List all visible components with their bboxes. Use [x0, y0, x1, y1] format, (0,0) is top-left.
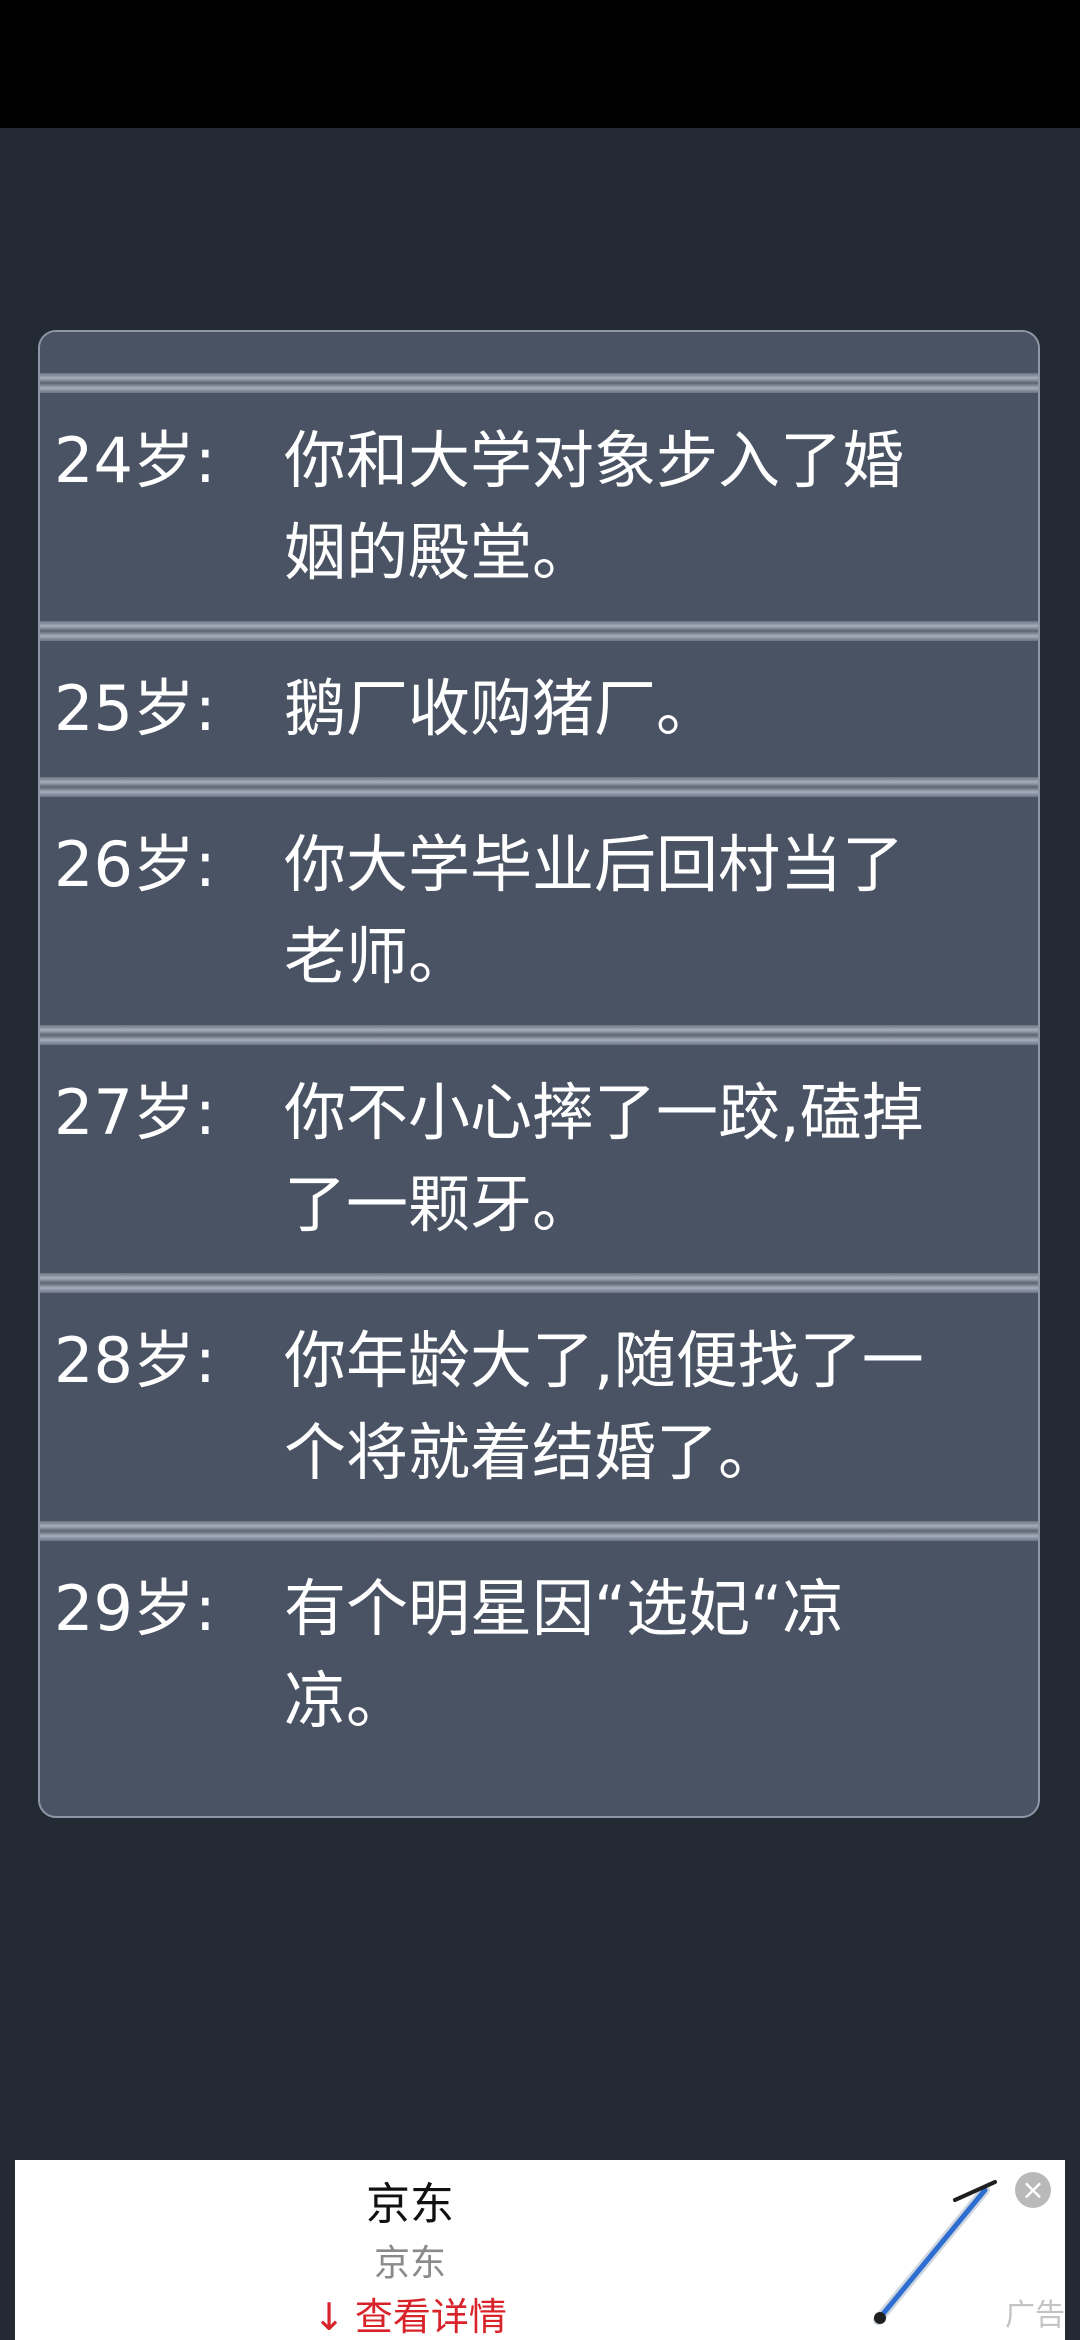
row-divider [40, 777, 1038, 797]
life-event-row: 24岁: 你和大学对象步入了婚姻的殿堂。 [40, 393, 1038, 621]
close-icon[interactable]: × [1015, 2172, 1051, 2208]
ad-label: 广告 [1005, 2298, 1065, 2333]
ad-banner[interactable]: 京东 京东 ↓ 查看详情 × 广告 [15, 2160, 1065, 2340]
life-event-row: 28岁: 你年龄大了,随便找了一个将就着结婚了。 [40, 1293, 1038, 1521]
event-age: 29岁: [54, 1572, 216, 1645]
row-divider [40, 1025, 1038, 1045]
event-text: 有个明星因“选妃“凉凉。 [284, 1572, 845, 1737]
row-divider [40, 1521, 1038, 1541]
life-event-row: 27岁: 你不小心摔了一跤,磕掉了一颗牙。 [40, 1045, 1038, 1273]
row-divider [40, 373, 1038, 393]
ad-cta-label: 查看详情 [354, 2295, 507, 2339]
event-text: 你大学毕业后回村当了老师。 [284, 828, 905, 993]
ad-view-details-button[interactable]: ↓ 查看详情 [15, 2286, 805, 2340]
event-age: 28岁: [54, 1324, 216, 1397]
event-text: 鹅厂收购猪厂。 [284, 672, 719, 745]
event-text: 你不小心摔了一跤,磕掉了一颗牙。 [284, 1076, 924, 1241]
ad-title: 京东 [366, 2179, 454, 2230]
life-events-panel[interactable]: 进入民用。 24岁: 你和大学对象步入了婚姻的殿堂。 25岁: 鹅厂收购猪厂。 … [38, 330, 1040, 1818]
life-event-row: 26岁: 你大学毕业后回村当了老师。 [40, 797, 1038, 1025]
event-text: 你和大学对象步入了婚姻的殿堂。 [284, 424, 905, 589]
ad-product-image[interactable] [860, 2170, 1010, 2330]
row-divider [40, 1273, 1038, 1293]
download-arrow-icon: ↓ [313, 2295, 345, 2339]
row-divider [40, 621, 1038, 641]
ad-subtitle: 京东 [373, 2243, 446, 2284]
life-events-list: 进入民用。 24岁: 你和大学对象步入了婚姻的殿堂。 25岁: 鹅厂收购猪厂。 … [40, 332, 1038, 1769]
event-age: 27岁: [54, 1076, 216, 1149]
event-age: 25岁: [54, 672, 216, 745]
event-age: 26岁: [54, 828, 216, 901]
life-event-row: 进入民用。 [40, 332, 1038, 373]
event-text: 进入民用。 [284, 332, 944, 351]
status-bar [0, 0, 1080, 128]
event-age: 24岁: [54, 424, 216, 497]
life-event-row: 25岁: 鹅厂收购猪厂。 [40, 641, 1038, 777]
life-event-row: 29岁: 有个明星因“选妃“凉凉。 [40, 1541, 1038, 1769]
event-text: 你年龄大了,随便找了一个将就着结婚了。 [284, 1324, 924, 1489]
